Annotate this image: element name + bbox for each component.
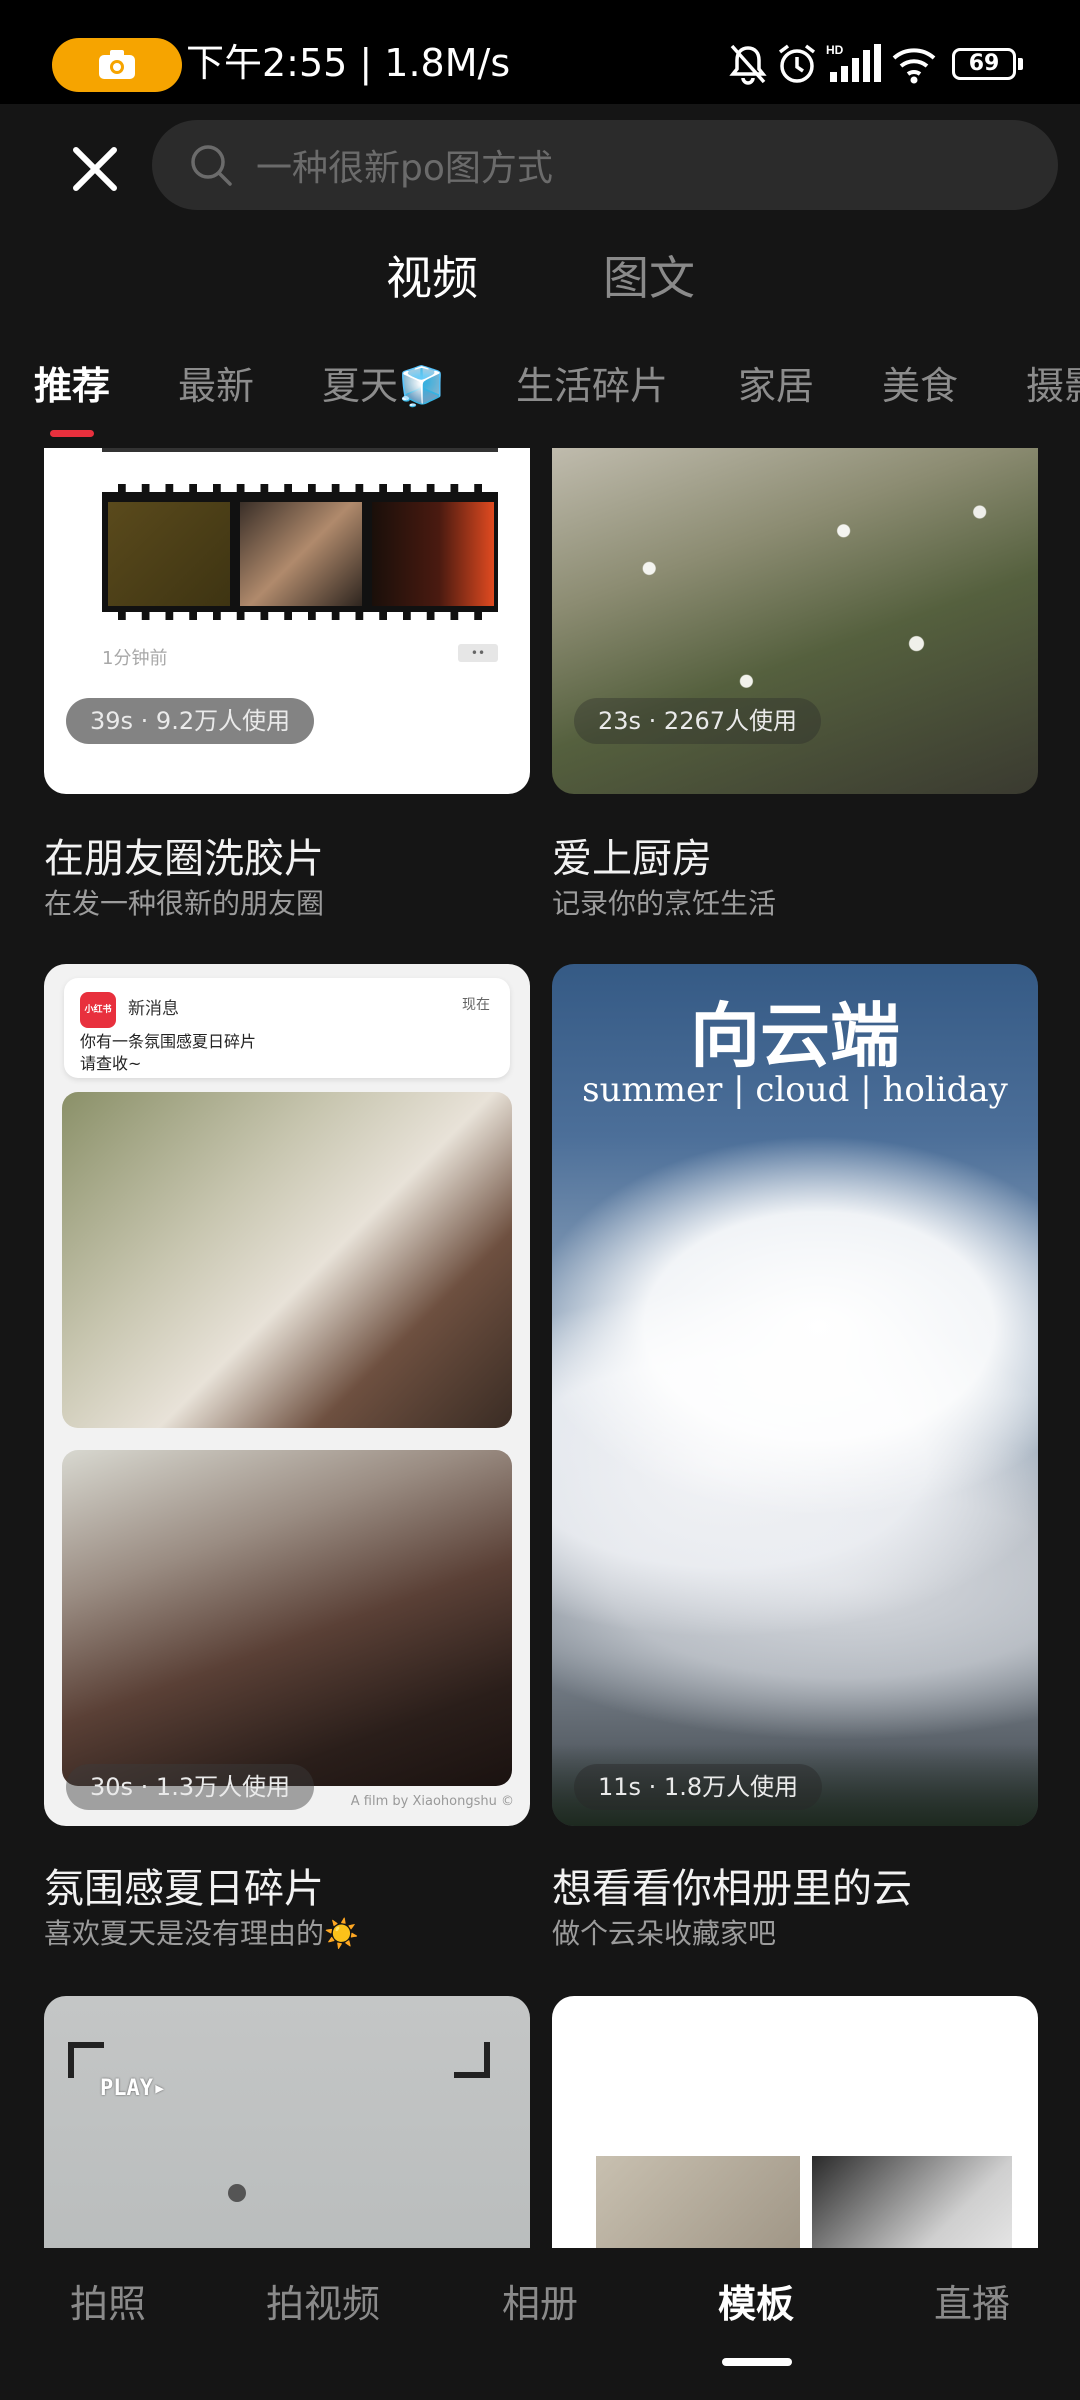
cover-title: 向云端: [690, 994, 900, 1077]
frame-corner-left: [68, 2042, 104, 2078]
close-icon[interactable]: [62, 136, 128, 202]
search-placeholder: 一种很新po图方式: [256, 148, 553, 189]
cover-subtitle: summer | cloud | holiday: [582, 1070, 1008, 1110]
dot: [228, 2184, 246, 2202]
search-input[interactable]: 一种很新po图方式: [152, 120, 1058, 210]
notification-title: 新消息: [128, 999, 179, 1019]
notification-body-2: 请查收~: [80, 1054, 142, 1073]
template-card-kitchen[interactable]: 23s · 2267人使用: [552, 448, 1038, 794]
mute-bell-icon: [729, 44, 767, 85]
tab-image-text[interactable]: 图文: [603, 246, 695, 310]
svg-text:HD: HD: [826, 43, 844, 57]
battery-level: 69: [968, 51, 1000, 76]
template-subtitle: 记录你的烹饪生活: [552, 887, 777, 920]
battery-icon: 69: [952, 48, 1016, 80]
film-credit: A film by Xiaohongshu ©: [350, 1794, 514, 1809]
template-title[interactable]: 氛围感夏日碎片: [44, 1856, 324, 1914]
film-frame-2: [240, 502, 362, 606]
nav-album[interactable]: 相册: [502, 2278, 578, 2330]
collage-photo-1: [596, 2156, 800, 2248]
usage-badge: 23s · 2267人使用: [574, 698, 822, 744]
category-active-indicator: [50, 430, 94, 437]
nav-video[interactable]: 拍视频: [266, 2278, 380, 2330]
frame-corner-right: [454, 2042, 490, 2078]
signal-icon: HD: [826, 43, 881, 82]
collage-photo-2: [812, 2156, 1012, 2248]
thumb-time: 1分钟前: [102, 648, 168, 669]
category-tab-photography[interactable]: 摄影: [1026, 360, 1080, 412]
search-icon: [191, 145, 232, 186]
photo-woman-profile: [62, 1092, 512, 1428]
film-strip-top: [102, 448, 498, 452]
tab-video[interactable]: 视频: [386, 246, 478, 310]
nav-templates[interactable]: 模板: [718, 2278, 794, 2330]
template-card-summer[interactable]: 小红书 新消息 现在 你有一条氛围感夏日碎片 请查收~ 30s · 1.3万人使…: [44, 964, 530, 1826]
category-tab-life[interactable]: 生活碎片: [516, 360, 668, 412]
film-frame-1: [108, 502, 230, 606]
status-time: 下午2:55 | 1.8M/s: [186, 41, 511, 85]
usage-badge: 30s · 1.3万人使用: [66, 1764, 315, 1810]
template-title[interactable]: 爱上厨房: [552, 826, 712, 884]
more-icon: ••: [458, 644, 498, 662]
template-card-play[interactable]: PLAY▸: [44, 1996, 530, 2248]
usage-badge: 11s · 1.8万人使用: [574, 1764, 823, 1810]
template-feed[interactable]: 1分钟前 •• 39s · 9.2万人使用 在朋友圈洗胶片 在发一种很新的朋友圈…: [0, 448, 1080, 2248]
play-label: PLAY▸: [100, 2076, 167, 2101]
template-subtitle: 喜欢夏天是没有理由的☀️: [44, 1917, 359, 1950]
template-subtitle: 做个云朵收藏家吧: [552, 1917, 777, 1950]
template-card-clouds[interactable]: 向云端 summer | cloud | holiday 11s · 1.8万人…: [552, 964, 1038, 1826]
app-logo: 小红书: [80, 992, 116, 1028]
status-bar: 下午2:55 | 1.8M/s HD 69: [0, 0, 1080, 104]
nav-live[interactable]: 直播: [934, 2278, 1010, 2330]
category-tab-food[interactable]: 美食: [882, 360, 958, 412]
wifi-icon: [892, 48, 936, 84]
notification-card: 小红书 新消息 现在 你有一条氛围感夏日碎片 请查收~: [64, 978, 510, 1078]
alarm-icon: [778, 44, 816, 83]
notification-body: 你有一条氛围感夏日碎片: [80, 1032, 257, 1051]
template-subtitle: 在发一种很新的朋友圈: [44, 887, 325, 920]
template-title[interactable]: 在朋友圈洗胶片: [44, 826, 324, 884]
category-tab-latest[interactable]: 最新: [178, 360, 254, 412]
nav-active-indicator: [722, 2358, 792, 2366]
film-frame-3: [372, 502, 494, 606]
notification-time: 现在: [462, 997, 490, 1013]
camera-icon: [99, 50, 135, 79]
template-card-film[interactable]: 1分钟前 •• 39s · 9.2万人使用: [44, 448, 530, 794]
film-strip: [102, 484, 498, 620]
category-tab-summer[interactable]: 夏天🧊: [322, 360, 445, 412]
nav-photo[interactable]: 拍照: [70, 2278, 146, 2330]
category-tab-home[interactable]: 家居: [738, 360, 814, 412]
battery-tip: [1018, 58, 1023, 70]
usage-badge: 39s · 9.2万人使用: [66, 698, 315, 744]
category-tab-recommended[interactable]: 推荐: [34, 360, 110, 412]
photo-woman-portrait: [62, 1450, 512, 1786]
screen-record-indicator[interactable]: [52, 38, 182, 92]
bottom-nav: 拍照 拍视频 相册 模板 直播: [0, 2248, 1080, 2400]
template-card-collage[interactable]: [552, 1996, 1038, 2248]
template-title[interactable]: 想看看你相册里的云: [552, 1856, 912, 1914]
